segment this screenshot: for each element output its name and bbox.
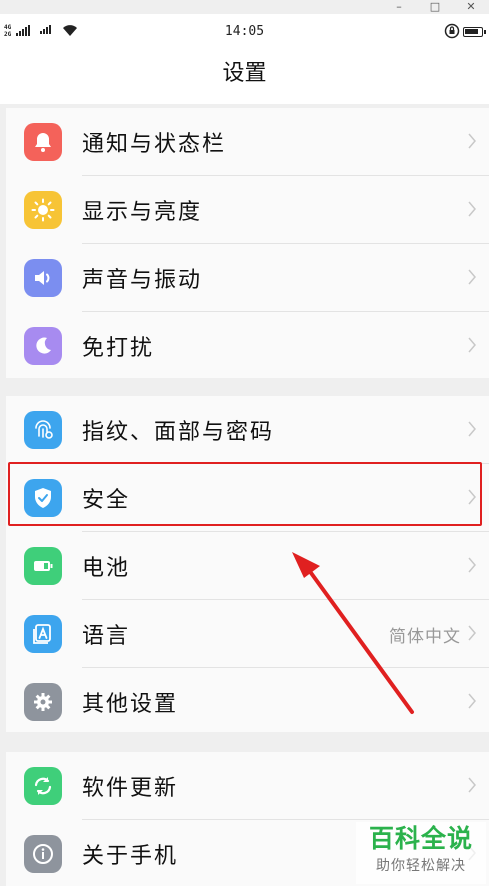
- chevron-right-icon: [468, 421, 476, 437]
- status-bar: 4G 2G 14:05: [0, 14, 489, 52]
- settings-item-software-update[interactable]: 软件更新: [6, 752, 489, 820]
- settings-item-sound[interactable]: 声音与振动: [6, 244, 489, 312]
- settings-item-label: 指纹、面部与密码: [82, 420, 275, 445]
- moon-icon: [24, 327, 62, 365]
- sun-icon: [24, 191, 62, 229]
- info-icon: [24, 835, 62, 873]
- language-value: 简体中文: [389, 626, 461, 647]
- chevron-right-icon: [468, 133, 476, 149]
- settings-item-notifications[interactable]: 通知与状态栏: [6, 108, 489, 176]
- fingerprint-icon: [24, 411, 62, 449]
- settings-item-language[interactable]: 语言 简体中文: [6, 600, 489, 668]
- speaker-icon: [24, 259, 62, 297]
- settings-item-label: 关于手机: [82, 844, 179, 869]
- chevron-right-icon: [468, 777, 476, 793]
- settings-item-label: 电池: [82, 556, 131, 581]
- chevron-right-icon: [468, 625, 476, 641]
- chevron-right-icon: [468, 693, 476, 709]
- settings-item-display[interactable]: 显示与亮度: [6, 176, 489, 244]
- settings-item-label: 软件更新: [82, 776, 179, 801]
- chevron-right-icon: [468, 269, 476, 285]
- header: 设置: [0, 52, 489, 104]
- bell-icon: [24, 123, 62, 161]
- settings-item-label: 通知与状态栏: [82, 132, 227, 157]
- watermark-title: 百科全说: [368, 824, 473, 853]
- highlight-box: [8, 462, 482, 526]
- watermark-subtitle: 助你轻松解决: [376, 858, 466, 874]
- maximize-button[interactable]: □: [417, 0, 453, 14]
- settings-item-do-not-disturb[interactable]: 免打扰: [6, 312, 489, 380]
- battery-icon: [463, 27, 486, 37]
- battery-icon: [24, 547, 62, 585]
- settings-item-label: 声音与振动: [82, 268, 203, 293]
- settings-item-label: 语言: [82, 624, 131, 649]
- close-button[interactable]: ✕: [453, 0, 489, 14]
- rotation-lock-icon: [444, 23, 460, 39]
- settings-item-label: 免打扰: [82, 336, 155, 361]
- language-icon: [24, 615, 62, 653]
- status-time: 14:05: [224, 24, 265, 39]
- settings-group-1: 通知与状态栏 显示与亮度 声音与振动 免打扰: [6, 108, 489, 378]
- chevron-right-icon: [468, 557, 476, 573]
- window-controls: – □ ✕: [369, 0, 489, 14]
- settings-item-fingerprint-face-password[interactable]: 指纹、面部与密码: [6, 396, 489, 464]
- minimize-button[interactable]: –: [381, 0, 417, 14]
- chevron-right-icon: [468, 201, 476, 217]
- settings-item-other-settings[interactable]: 其他设置: [6, 668, 489, 736]
- settings-item-label: 其他设置: [82, 692, 179, 717]
- settings-group-2: 指纹、面部与密码 安全 电池 语言 简体中文 其他设置: [6, 396, 489, 732]
- watermark-logo: 百科全说 助你轻松解决: [356, 822, 486, 884]
- gear-icon: [24, 683, 62, 721]
- refresh-icon: [24, 767, 62, 805]
- page-title: 设置: [222, 61, 267, 86]
- settings-item-battery[interactable]: 电池: [6, 532, 489, 600]
- settings-item-label: 显示与亮度: [82, 200, 203, 225]
- chevron-right-icon: [468, 337, 476, 353]
